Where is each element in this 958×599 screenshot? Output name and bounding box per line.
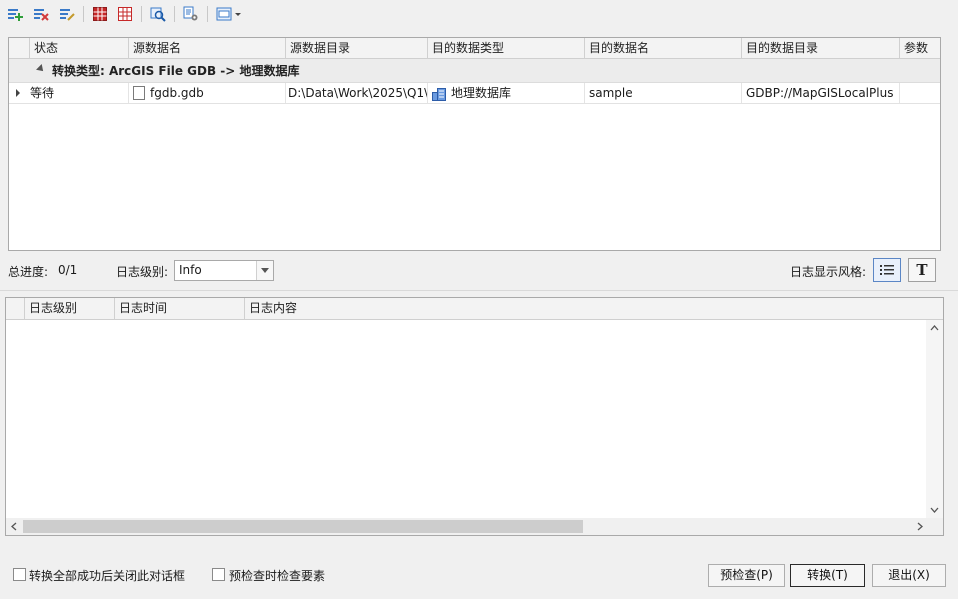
log-table: 日志级别 日志时间 日志内容	[5, 297, 944, 536]
horizontal-scroll-thumb[interactable]	[23, 520, 583, 533]
collapse-caret-icon[interactable]	[36, 64, 46, 74]
remove-task-icon[interactable]	[30, 4, 52, 24]
chevron-down-icon[interactable]	[256, 261, 273, 280]
add-task-icon[interactable]	[4, 4, 26, 24]
exit-button[interactable]: 退出(X)	[872, 564, 946, 587]
task-table-header: 状态 源数据名 源数据目录 目的数据类型 目的数据名 目的数据目录 参数	[9, 38, 940, 59]
current-row-icon	[16, 89, 20, 97]
column-header-log-content[interactable]: 日志内容	[245, 298, 928, 320]
cell-dst-dir[interactable]: GDBP://MapGISLocalPlus	[742, 83, 900, 103]
column-header-src-name[interactable]: 源数据名	[129, 38, 286, 59]
close-on-success-checkbox[interactable]	[13, 568, 26, 581]
file-icon	[133, 86, 145, 100]
search-icon[interactable]	[147, 4, 169, 24]
scroll-right-icon	[917, 522, 923, 531]
column-header-src-dir[interactable]: 源数据目录	[286, 38, 428, 59]
column-header-status[interactable]: 状态	[30, 38, 129, 59]
log-level-select[interactable]: Info	[174, 260, 274, 281]
column-header-log-time[interactable]: 日志时间	[115, 298, 245, 320]
src-name-text: fgdb.gdb	[150, 86, 204, 100]
cell-src-dir[interactable]: D:\Data\Work\2025\Q1\(	[286, 83, 428, 103]
group-row[interactable]: 转换类型: ArcGIS File GDB -> 地理数据库	[9, 59, 940, 83]
total-progress-label: 总进度:	[8, 265, 49, 279]
column-header-params[interactable]: 参数	[900, 38, 940, 59]
vertical-scrollbar[interactable]	[926, 320, 943, 518]
text-t-icon: T	[916, 261, 928, 279]
dst-type-text: 地理数据库	[451, 86, 512, 100]
view-dropdown-icon[interactable]	[214, 4, 244, 24]
cell-dst-name[interactable]: sample	[585, 83, 742, 103]
precheck-elements-label[interactable]: 预检查时检查要素	[229, 567, 325, 584]
text-style-button[interactable]: T	[908, 258, 936, 282]
precheck-button[interactable]: 预检查(P)	[708, 564, 785, 587]
table-row[interactable]: 等待 fgdb.gdb D:\Data\Work\2025\Q1\( 地理数据库…	[9, 83, 940, 104]
settings-icon[interactable]	[180, 4, 202, 24]
log-style-label: 日志显示风格:	[790, 265, 867, 279]
column-header-dst-dir[interactable]: 目的数据目录	[742, 38, 900, 59]
column-header-dst-type[interactable]: 目的数据类型	[428, 38, 585, 59]
cell-params[interactable]	[900, 83, 940, 103]
deselect-grid-icon[interactable]	[114, 4, 136, 24]
cell-dst-type[interactable]: 地理数据库	[428, 83, 585, 103]
database-icon	[432, 87, 446, 103]
list-icon	[880, 265, 894, 275]
row-indicator-header	[9, 38, 30, 59]
log-table-header: 日志级别 日志时间 日志内容	[6, 298, 943, 320]
list-style-button[interactable]	[873, 258, 901, 282]
column-header-log-level[interactable]: 日志级别	[25, 298, 115, 320]
scroll-down-icon	[930, 507, 939, 513]
scroll-left-icon	[11, 522, 17, 531]
log-level-label: 日志级别:	[116, 265, 169, 279]
toolbar	[0, 0, 958, 30]
cell-status: 等待	[30, 83, 129, 103]
precheck-elements-checkbox[interactable]	[212, 568, 225, 581]
total-progress-value: 0/1	[58, 263, 78, 277]
scrollbar-corner	[926, 518, 943, 535]
close-on-success-label[interactable]: 转换全部成功后关闭此对话框	[29, 567, 185, 584]
log-level-value: Info	[179, 263, 202, 277]
edit-task-icon[interactable]	[56, 4, 78, 24]
column-header-dst-name[interactable]: 目的数据名	[585, 38, 742, 59]
scroll-up-icon	[930, 325, 939, 331]
group-label: 转换类型: ArcGIS File GDB -> 地理数据库	[52, 64, 300, 78]
log-row-indicator-header	[6, 298, 25, 320]
select-all-grid-icon[interactable]	[89, 4, 111, 24]
horizontal-scrollbar[interactable]	[6, 518, 928, 535]
convert-button[interactable]: 转换(T)	[790, 564, 865, 587]
task-table: 状态 源数据名 源数据目录 目的数据类型 目的数据名 目的数据目录 参数 转换类…	[8, 37, 941, 251]
cell-src-name[interactable]: fgdb.gdb	[129, 83, 286, 103]
